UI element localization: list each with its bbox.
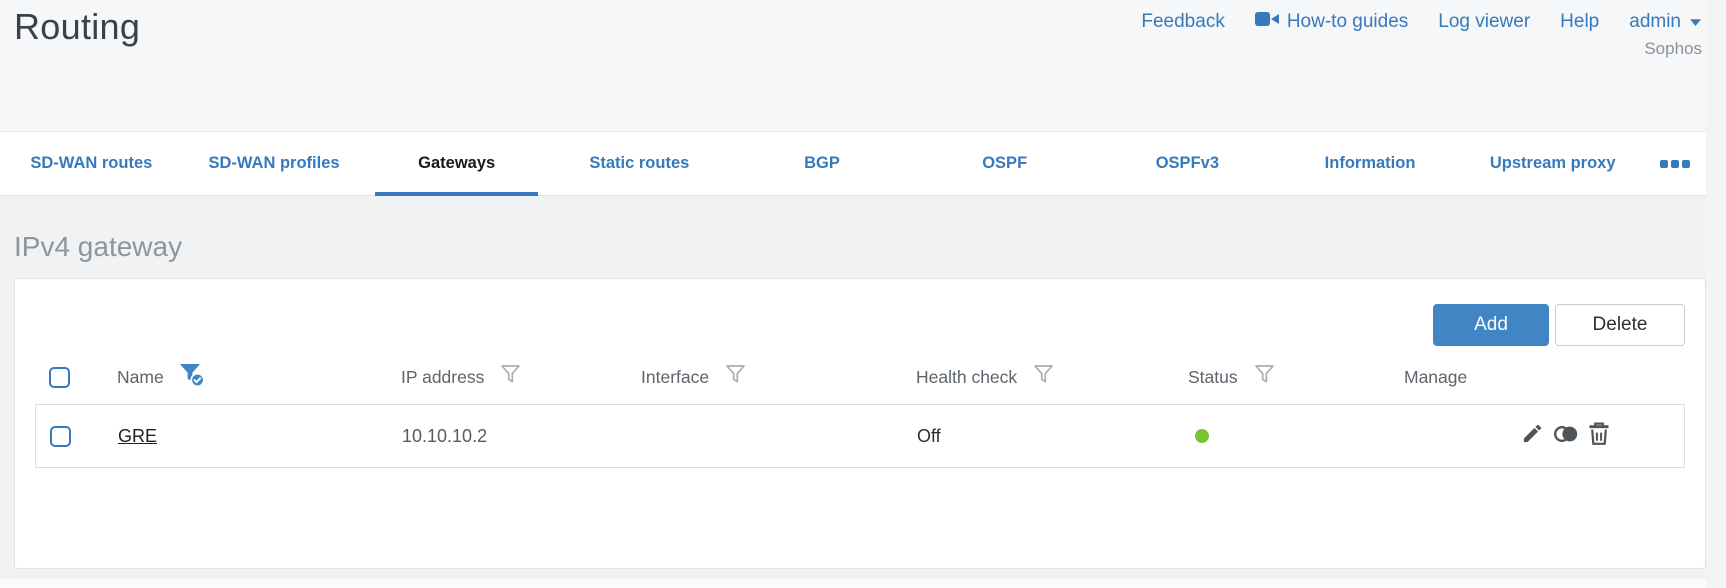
header-right: Feedback How-to guides Log viewer Help a…: [1141, 4, 1702, 131]
delete-row-button[interactable]: [1588, 422, 1610, 451]
column-label: Status: [1188, 366, 1238, 387]
tab-label: OSPFv3: [1155, 154, 1219, 172]
tab-bgp[interactable]: BGP: [731, 132, 914, 195]
column-header-name: Name: [97, 361, 381, 393]
table-row: GRE 10.10.10.2 Off: [36, 405, 1684, 467]
row-checkbox[interactable]: [50, 425, 71, 447]
tab-ospfv3[interactable]: OSPFv3: [1096, 132, 1279, 195]
tab-label: SD-WAN routes: [30, 154, 153, 172]
more-tabs-button[interactable]: [1644, 132, 1706, 195]
tab-gateways[interactable]: Gateways: [365, 132, 548, 196]
page-header: Routing Feedback How-to guides Log viewe…: [0, 0, 1726, 131]
tab-label: Upstream proxy: [1489, 154, 1616, 172]
howto-guides-link-label: How-to guides: [1286, 11, 1409, 32]
header-links: Feedback How-to guides Log viewer Help a…: [1141, 11, 1702, 33]
edit-button[interactable]: [1521, 422, 1544, 450]
next-section-edge: [0, 579, 1706, 588]
row-health-check-cell: Off: [897, 426, 1169, 447]
tab-sdwan-profiles[interactable]: SD-WAN profiles: [183, 132, 366, 195]
row-ip-cell: 10.10.10.2: [382, 426, 622, 447]
delete-button[interactable]: Delete: [1555, 304, 1685, 346]
page-title: Routing: [14, 6, 141, 47]
feedback-link-label: Feedback: [1141, 11, 1225, 32]
help-link-label: Help: [1560, 11, 1600, 32]
table-toolbar: Add Delete: [35, 304, 1685, 346]
filter-funnel-icon[interactable]: [1031, 362, 1056, 392]
header-checkbox-cell: [35, 366, 97, 388]
tab-label: OSPF: [982, 154, 1028, 172]
pencil-icon: [1521, 422, 1544, 450]
gateway-name-link[interactable]: GRE: [118, 426, 157, 447]
user-menu[interactable]: admin: [1629, 11, 1702, 33]
column-header-ip-address: IP address: [381, 362, 621, 392]
row-name-cell: GRE: [98, 426, 382, 447]
tab-ospf[interactable]: OSPF: [913, 132, 1096, 195]
brand-label: Sophos: [1644, 39, 1702, 58]
tab-upstream-proxy[interactable]: Upstream proxy: [1461, 132, 1644, 195]
clone-button[interactable]: [1553, 422, 1579, 451]
user-menu-label: admin: [1629, 11, 1681, 32]
clone-icon: [1553, 422, 1579, 451]
main-content: IPv4 gateway Add Delete Name IP address …: [0, 197, 1706, 569]
log-viewer-link[interactable]: Log viewer: [1438, 11, 1530, 33]
trash-icon: [1588, 422, 1610, 451]
add-button[interactable]: Add: [1433, 304, 1549, 346]
filter-funnel-icon[interactable]: [498, 362, 523, 392]
filter-funnel-checked-icon[interactable]: [178, 361, 206, 393]
chevron-down-icon: [1689, 11, 1702, 33]
tab-static-routes[interactable]: Static routes: [548, 132, 731, 195]
feedback-link[interactable]: Feedback: [1141, 11, 1224, 33]
column-label: Name: [117, 366, 164, 387]
scrollbar-track[interactable]: [1706, 0, 1726, 588]
column-header-manage: Manage: [1384, 367, 1685, 388]
filter-funnel-icon[interactable]: [723, 362, 748, 392]
tab-sdwan-routes[interactable]: SD-WAN routes: [0, 132, 183, 195]
row-manage-cell: [1385, 422, 1684, 451]
tab-information[interactable]: Information: [1279, 132, 1462, 195]
select-all-checkbox[interactable]: [49, 366, 70, 388]
row-checkbox-cell: [36, 425, 98, 447]
gateway-ip-value: 10.10.10.2: [402, 425, 488, 446]
tab-label: Information: [1324, 154, 1416, 172]
column-label: IP address: [401, 366, 485, 387]
video-camera-icon: [1254, 11, 1279, 33]
tab-label: SD-WAN profiles: [208, 154, 340, 172]
ellipsis-icon: [1660, 159, 1691, 168]
filter-funnel-icon[interactable]: [1252, 362, 1277, 392]
row-status-cell: [1169, 429, 1385, 443]
table-body: GRE 10.10.10.2 Off: [35, 404, 1685, 468]
tab-bar: SD-WAN routes SD-WAN profiles Gateways S…: [0, 131, 1706, 196]
table-header-row: Name IP address Interface Health check S…: [35, 352, 1685, 402]
section-title: IPv4 gateway: [14, 231, 183, 262]
help-link[interactable]: Help: [1560, 11, 1599, 33]
column-header-status: Status: [1168, 362, 1384, 392]
tab-label: Gateways: [418, 154, 496, 172]
gateway-health-check-value: Off: [917, 425, 941, 446]
column-header-interface: Interface: [621, 362, 896, 392]
column-label: Manage: [1404, 366, 1468, 387]
tab-label: BGP: [804, 154, 840, 172]
column-header-health-check: Health check: [896, 362, 1168, 392]
column-label: Health check: [916, 366, 1018, 387]
tab-label: Static routes: [589, 154, 690, 172]
gateway-table-card: Add Delete Name IP address Interface Hea…: [14, 278, 1706, 569]
status-dot: [1195, 429, 1209, 443]
column-label: Interface: [641, 366, 710, 387]
howto-guides-link[interactable]: How-to guides: [1254, 11, 1409, 33]
log-viewer-link-label: Log viewer: [1438, 11, 1531, 32]
